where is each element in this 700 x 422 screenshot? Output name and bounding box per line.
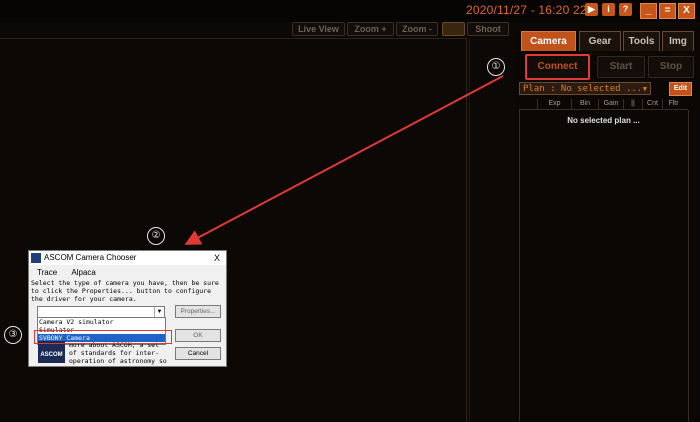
ascom-logo: ASCOM — [38, 341, 65, 363]
cancel-button[interactable]: Cancel — [175, 347, 221, 360]
menu-trace[interactable]: Trace — [37, 268, 57, 277]
ok-button[interactable]: OK — [175, 329, 221, 342]
chevron-down-icon: ▼ — [642, 85, 647, 93]
close-icon[interactable]: X — [214, 251, 220, 265]
col-pause: || — [624, 99, 643, 109]
list-item[interactable]: Camera V2 simulator — [38, 318, 165, 326]
maximize-button[interactable]: = — [659, 3, 676, 19]
datetime-display: 2020/11/27 - 16:20 22 — [466, 3, 587, 17]
minimize-button[interactable]: _ — [640, 3, 657, 19]
ascom-app-icon — [31, 253, 41, 263]
dialog-title: ASCOM Camera Chooser — [44, 253, 137, 262]
no-plan-message: No selected plan ... — [567, 116, 640, 125]
tab-tools[interactable]: Tools — [623, 31, 660, 51]
connect-button[interactable]: Connect — [525, 54, 590, 80]
plan-table-border-right — [688, 110, 689, 421]
viewport-divider — [466, 38, 467, 421]
step-marker-1: ① — [487, 58, 505, 76]
properties-button[interactable]: Properties... — [175, 305, 221, 318]
dialog-titlebar: ASCOM Camera Chooser X — [29, 251, 226, 265]
plan-table-header: Exp Bin Gain || Cnt Fltr — [519, 99, 688, 110]
start-button[interactable]: Start — [597, 56, 645, 78]
zoom-in-button[interactable]: Zoom + — [347, 22, 394, 36]
play-icon[interactable]: ▶ — [585, 3, 598, 16]
col-bin: Bin — [572, 99, 599, 109]
stop-button[interactable]: Stop — [648, 56, 694, 78]
viewport-divider-inner — [469, 38, 470, 421]
plan-select-value: Plan : No selected ... — [523, 84, 643, 94]
col-spacer — [519, 99, 538, 109]
info-icon[interactable]: i — [602, 3, 615, 16]
zoom-out-button[interactable]: Zoom - — [396, 22, 438, 36]
toolbar-indicator[interactable] — [442, 22, 465, 36]
step-marker-2: ② — [147, 227, 165, 245]
live-view-button[interactable]: Live View — [292, 22, 345, 36]
ascom-chooser-dialog: ASCOM Camera Chooser X Trace Alpaca Sele… — [28, 250, 227, 367]
tab-camera[interactable]: Camera — [521, 31, 576, 51]
tab-gear[interactable]: Gear — [579, 31, 621, 51]
selection-highlight — [34, 330, 172, 344]
tab-img[interactable]: Img — [662, 31, 694, 51]
menu-alpaca[interactable]: Alpaca — [71, 268, 95, 277]
help-icon[interactable]: ? — [619, 3, 632, 16]
dialog-menu: Trace Alpaca — [29, 267, 226, 279]
col-fltr: Fltr — [668, 100, 679, 107]
dialog-description: Select the type of camera you have, then… — [31, 279, 219, 303]
step-marker-3: ③ — [4, 326, 22, 344]
chevron-down-icon: ▼ — [154, 307, 164, 317]
close-button[interactable]: X — [678, 3, 695, 19]
dialog-footer-text: more about ASCOM, a set of standards for… — [69, 341, 167, 365]
col-cnt: Cnt — [643, 99, 663, 109]
plan-select[interactable]: Plan : No selected ... ▼ — [519, 82, 651, 95]
shoot-button[interactable]: Shoot — [467, 22, 509, 36]
col-gain: Gain — [599, 99, 624, 109]
edit-button[interactable]: Edit — [669, 82, 692, 96]
plan-table-border-left — [519, 110, 520, 421]
col-exp: Exp — [538, 99, 572, 109]
